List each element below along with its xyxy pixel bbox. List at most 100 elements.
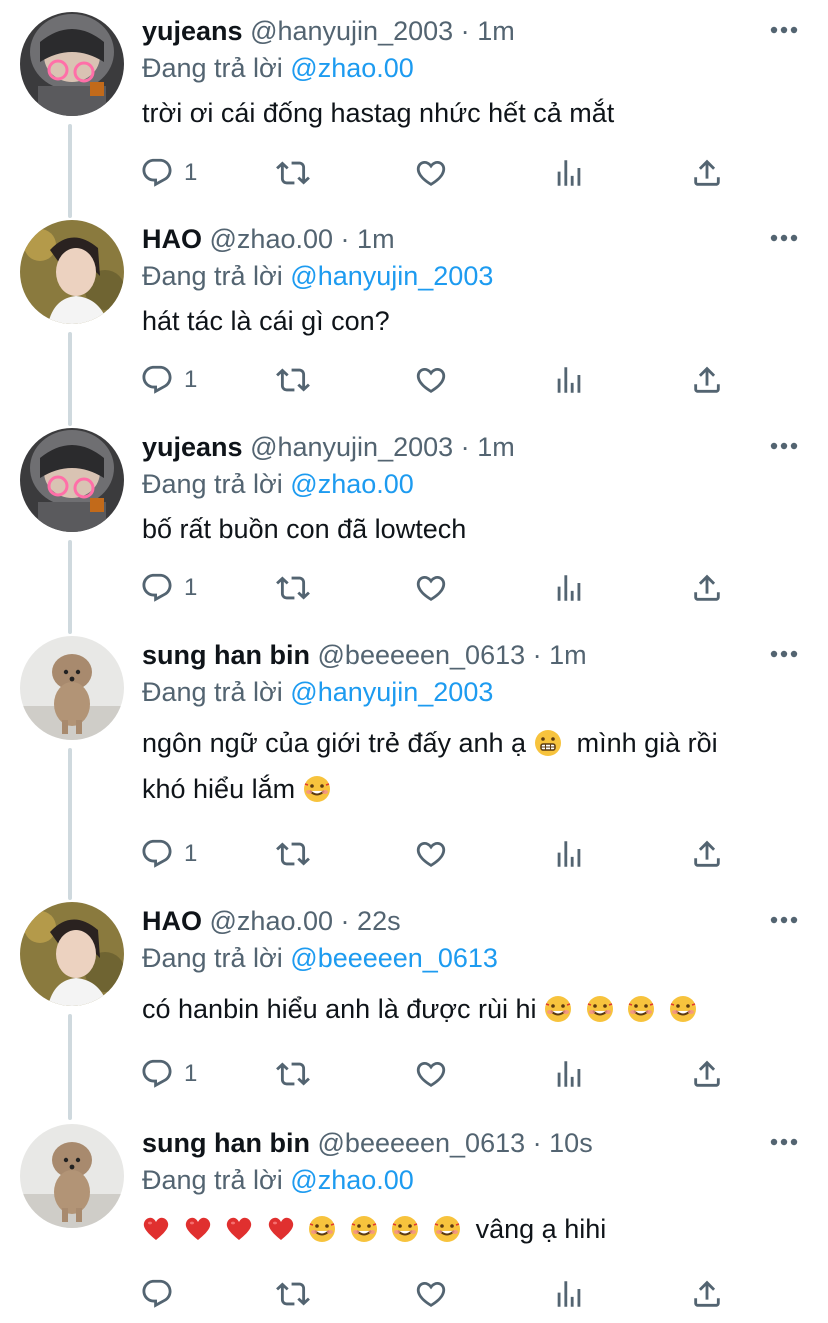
views-button[interactable]	[552, 834, 586, 874]
like-button[interactable]	[414, 153, 448, 193]
display-name[interactable]: HAO	[142, 224, 202, 254]
tweet-header: HAO @zhao.00 · 22s	[142, 902, 800, 940]
heart-icon	[414, 156, 448, 190]
tweet-text-part: khó hiểu lắm	[142, 774, 296, 804]
smiling-hearts-emoji-icon	[350, 1215, 378, 1243]
mention-link[interactable]: @zhao.00	[290, 1165, 414, 1195]
reply-button[interactable]: 1	[140, 1054, 197, 1094]
share-button[interactable]	[690, 1274, 724, 1314]
avatar[interactable]	[20, 1124, 124, 1228]
reply-count: 1	[184, 366, 198, 393]
tweet[interactable]: yujeans @hanyujin_2003 · 1m Đang trả lời…	[0, 0, 828, 210]
timestamp[interactable]: 10s	[549, 1128, 593, 1158]
like-button[interactable]	[414, 360, 448, 400]
display-name[interactable]: yujeans	[142, 432, 243, 462]
tweet[interactable]: HAO @zhao.00 · 1m Đang trả lời @hanyujin…	[0, 208, 828, 418]
display-name[interactable]: sung han bin	[142, 1128, 310, 1158]
red-heart-emoji-icon	[142, 1215, 170, 1243]
views-button[interactable]	[552, 568, 586, 608]
retweet-button[interactable]	[276, 834, 310, 874]
retweet-button[interactable]	[276, 360, 310, 400]
tweet[interactable]: sung han bin @beeeeen_0613 · 1m Đang trả…	[0, 624, 828, 894]
tweet[interactable]: HAO @zhao.00 · 22s Đang trả lời @beeeeen…	[0, 890, 828, 1112]
views-button[interactable]	[552, 360, 586, 400]
share-button[interactable]	[690, 1054, 724, 1094]
avatar[interactable]	[20, 636, 124, 740]
avatar[interactable]	[20, 12, 124, 116]
more-options-button[interactable]	[768, 638, 800, 670]
views-button[interactable]	[552, 153, 586, 193]
like-button[interactable]	[414, 834, 448, 874]
reply-count: 1	[184, 574, 198, 601]
views-icon	[552, 156, 586, 190]
mention-link[interactable]: @hanyujin_2003	[290, 261, 493, 291]
timestamp[interactable]: 1m	[477, 16, 515, 46]
reply-button[interactable]	[140, 1274, 174, 1314]
separator-dot: ·	[532, 1128, 542, 1158]
reply-count: 1	[184, 1060, 198, 1087]
views-button[interactable]	[552, 1274, 586, 1314]
share-button[interactable]	[690, 153, 724, 193]
user-handle[interactable]: @hanyujin_2003	[250, 16, 453, 46]
replying-to-label: Đang trả lời	[142, 469, 283, 499]
views-button[interactable]	[552, 1054, 586, 1094]
timestamp[interactable]: 1m	[357, 224, 395, 254]
tweet[interactable]: sung han bin @beeeeen_0613 · 10s Đang tr…	[0, 1112, 828, 1323]
mention-link[interactable]: @beeeeen_0613	[290, 943, 498, 973]
heart-icon	[414, 1277, 448, 1311]
user-handle[interactable]: @hanyujin_2003	[250, 432, 453, 462]
more-options-button[interactable]	[768, 14, 800, 46]
more-options-button[interactable]	[768, 430, 800, 462]
display-name[interactable]: yujeans	[142, 16, 243, 46]
smiling-hearts-emoji-icon	[669, 995, 697, 1023]
smiling-hearts-emoji-icon	[586, 995, 614, 1023]
share-icon	[690, 363, 724, 397]
reply-icon	[140, 1277, 174, 1311]
timestamp[interactable]: 1m	[549, 640, 587, 670]
reply-button[interactable]: 1	[140, 360, 197, 400]
tweet[interactable]: yujeans @hanyujin_2003 · 1m Đang trả lời…	[0, 416, 828, 626]
avatar[interactable]	[20, 428, 124, 532]
more-options-button[interactable]	[768, 1126, 800, 1158]
mention-link[interactable]: @zhao.00	[290, 53, 414, 83]
tweet-header: HAO @zhao.00 · 1m	[142, 220, 800, 258]
retweet-icon	[276, 1057, 310, 1091]
action-bar: 1	[140, 153, 800, 193]
reply-button[interactable]: 1	[140, 568, 197, 608]
share-button[interactable]	[690, 834, 724, 874]
mention-link[interactable]: @hanyujin_2003	[290, 677, 493, 707]
retweet-icon	[276, 571, 310, 605]
display-name[interactable]: HAO	[142, 906, 202, 936]
share-button[interactable]	[690, 360, 724, 400]
more-options-button[interactable]	[768, 222, 800, 254]
user-handle[interactable]: @zhao.00	[210, 224, 334, 254]
reply-button[interactable]: 1	[140, 834, 197, 874]
retweet-button[interactable]	[276, 1054, 310, 1094]
avatar[interactable]	[20, 902, 124, 1006]
reply-button[interactable]: 1	[140, 153, 197, 193]
tweet-text: trời ơi cái đống hastag nhức hết cả mắt	[142, 98, 615, 128]
smiling-hearts-emoji-icon	[303, 775, 331, 803]
like-button[interactable]	[414, 568, 448, 608]
action-bar: 1	[140, 568, 800, 608]
like-button[interactable]	[414, 1274, 448, 1314]
more-options-button[interactable]	[768, 904, 800, 936]
more-icon	[770, 650, 798, 658]
display-name[interactable]: sung han bin	[142, 640, 310, 670]
more-icon	[770, 916, 798, 924]
user-handle[interactable]: @beeeeen_0613	[318, 640, 526, 670]
share-icon	[690, 156, 724, 190]
share-button[interactable]	[690, 568, 724, 608]
avatar[interactable]	[20, 220, 124, 324]
retweet-button[interactable]	[276, 568, 310, 608]
retweet-button[interactable]	[276, 153, 310, 193]
like-button[interactable]	[414, 1054, 448, 1094]
user-handle[interactable]: @beeeeen_0613	[318, 1128, 526, 1158]
timestamp[interactable]: 22s	[357, 906, 401, 936]
mention-link[interactable]: @zhao.00	[290, 469, 414, 499]
retweet-button[interactable]	[276, 1274, 310, 1314]
reply-icon	[140, 1057, 174, 1091]
separator-dot: ·	[460, 16, 470, 46]
user-handle[interactable]: @zhao.00	[210, 906, 334, 936]
timestamp[interactable]: 1m	[477, 432, 515, 462]
